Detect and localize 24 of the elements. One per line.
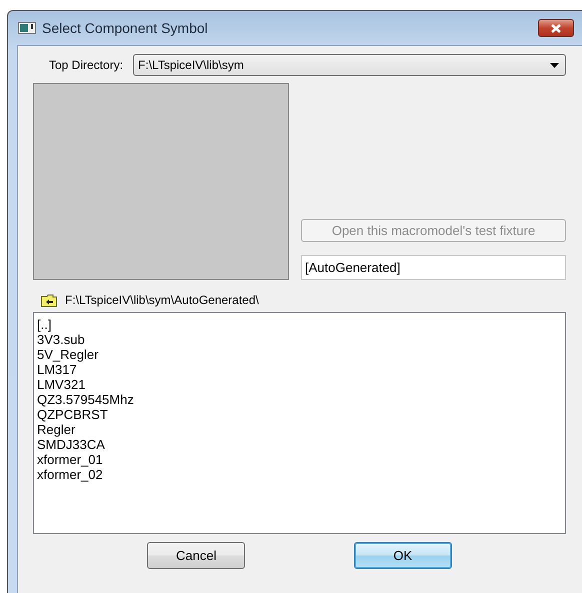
file-list-item[interactable]: Regler <box>37 422 562 437</box>
file-list-item[interactable]: 3V3.sub <box>37 332 562 347</box>
close-icon <box>549 22 563 34</box>
file-list-item[interactable]: SMDJ33CA <box>37 437 562 452</box>
app-icon <box>18 22 36 34</box>
file-list-item[interactable]: 5V_Regler <box>37 347 562 362</box>
folder-up-icon[interactable] <box>41 294 57 306</box>
file-list-item[interactable]: LMV321 <box>37 377 562 392</box>
file-list-item[interactable]: [..] <box>37 317 562 332</box>
close-button[interactable] <box>538 19 574 37</box>
file-list[interactable]: [..] 3V3.sub 5V_Regler LM317 LMV321 QZ3.579545Mhz QZPCBRST Regler SMDJ33CA xformer_01 xformer_02 <box>33 312 566 534</box>
file-list-item[interactable]: xformer_01 <box>37 452 562 467</box>
ok-button[interactable]: OK <box>354 542 452 569</box>
current-path: F:\LTspiceIV\lib\sym\AutoGenerated\ <box>65 293 259 307</box>
file-list-item[interactable]: xformer_02 <box>37 467 562 482</box>
window-title: Select Component Symbol <box>42 20 209 36</box>
file-list-item[interactable]: LM317 <box>37 362 562 377</box>
file-list-item[interactable]: QZ3.579545Mhz <box>37 392 562 407</box>
name-field[interactable]: [AutoGenerated] <box>301 255 566 280</box>
top-directory-dropdown[interactable]: F:\LTspiceIV\lib\sym <box>133 54 566 76</box>
file-list-item[interactable]: QZPCBRST <box>37 407 562 422</box>
dropdown-arrow-icon <box>550 62 559 68</box>
cancel-button[interactable]: Cancel <box>147 542 246 569</box>
top-directory-label: Top Directory: <box>49 58 124 72</box>
